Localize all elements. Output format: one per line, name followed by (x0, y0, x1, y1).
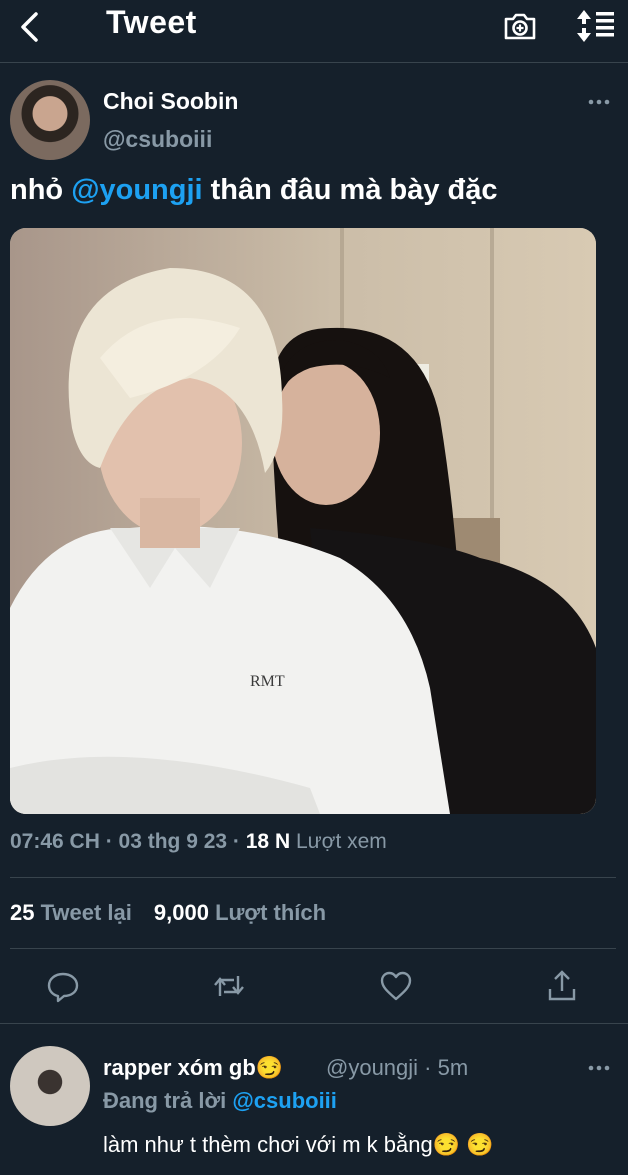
retweets-label[interactable]: Tweet lại (34, 900, 132, 925)
tweet-stats: 25 Tweet lại 9,000 Lượt thích (10, 900, 326, 926)
camera-plus-icon[interactable] (502, 8, 538, 44)
likes-count[interactable]: 9,000 (154, 900, 209, 925)
reply-avatar[interactable] (10, 1046, 90, 1126)
divider (10, 877, 616, 878)
more-options-icon[interactable] (586, 92, 612, 112)
top-bar: Tweet (0, 0, 628, 63)
like-icon[interactable] (379, 968, 413, 1004)
tweet-text: nhỏ @youngji thân đâu mà bày đặc (10, 174, 498, 207)
tweet-meta: 07:46 CH · 03 thg 9 23 · 18 N Lượt xem (10, 830, 387, 854)
timestamp: 07:46 CH · 03 thg 9 23 · (10, 830, 246, 853)
sort-icon[interactable] (572, 8, 616, 44)
views-count: 18 N (245, 830, 291, 853)
reply-icon[interactable] (46, 968, 80, 1004)
share-icon[interactable] (545, 968, 579, 1004)
divider (10, 948, 616, 949)
author-name[interactable]: Choi Soobin (103, 88, 238, 115)
back-arrow-icon[interactable] (14, 8, 48, 46)
reply-text: làm như t thèm chơi với m k bằng😏 😏 (103, 1132, 494, 1157)
reply-more-options-icon[interactable] (586, 1058, 612, 1078)
page-title: Tweet (106, 4, 197, 40)
mention-link[interactable]: @youngji (71, 174, 202, 206)
likes-label[interactable]: Lượt thích (209, 900, 326, 925)
retweet-icon[interactable] (212, 968, 246, 1004)
replying-mention-link[interactable]: @csuboiii (232, 1088, 337, 1113)
avatar[interactable] (10, 80, 90, 160)
reply-author-name[interactable]: rapper xóm gb😏 (103, 1055, 283, 1081)
retweets-count[interactable]: 25 (10, 900, 34, 925)
views-label: Lượt xem (290, 830, 387, 853)
replying-prefix: Đang trả lời (103, 1088, 233, 1113)
tweet-photo[interactable]: RMT (10, 228, 596, 814)
replying-to: Đang trả lời @csuboiii (103, 1088, 337, 1114)
author-handle[interactable]: @csuboiii (103, 126, 212, 153)
tweet-text-end: thân đâu mà bày đặc (202, 174, 498, 206)
tweet-text-start: nhỏ (10, 174, 72, 206)
svg-text:RMT: RMT (250, 673, 285, 690)
divider (0, 1023, 628, 1024)
reply-author-handle[interactable]: @youngji · 5m (326, 1055, 468, 1081)
